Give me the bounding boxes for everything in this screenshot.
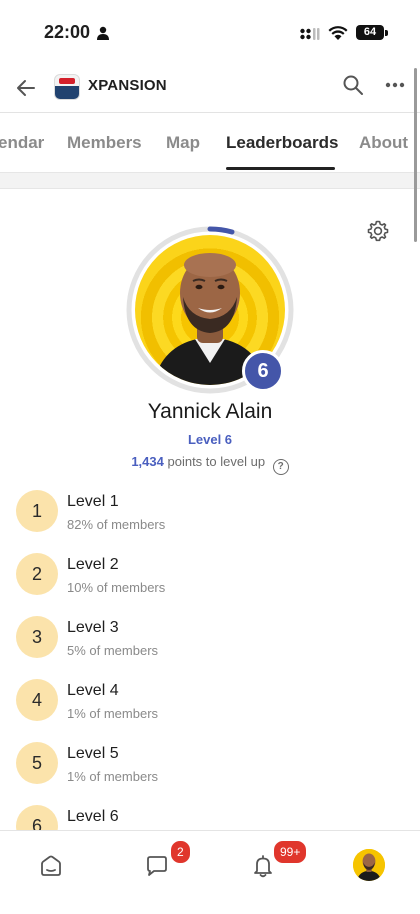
level-badge: 6	[242, 350, 284, 392]
level-name: Level 4	[67, 682, 119, 699]
tab-map[interactable]: Map	[166, 133, 200, 153]
notifications-badge: 99+	[272, 839, 309, 865]
level-percentage: 10% of members	[67, 580, 166, 595]
level-number: 6	[16, 805, 58, 830]
status-bar: 22:00 64	[0, 0, 420, 64]
home-icon[interactable]	[38, 853, 64, 879]
points-suffix: points to level up	[167, 454, 266, 469]
back-arrow-icon[interactable]	[14, 76, 38, 100]
cellular-signal-icon	[300, 28, 320, 40]
level-row: 6 Level 6	[0, 799, 420, 830]
level-name: Level 6	[67, 808, 119, 825]
more-icon[interactable]	[385, 82, 405, 88]
level-percentage: 1% of members	[67, 706, 159, 721]
level-number: 4	[16, 679, 58, 721]
level-percentage: 1% of members	[67, 769, 159, 784]
tab-members[interactable]: Members	[67, 133, 142, 153]
profile-tab-avatar[interactable]	[353, 849, 385, 881]
current-level: Level 6	[187, 432, 233, 447]
active-tab-indicator	[226, 167, 335, 170]
tab-about[interactable]: About	[359, 133, 408, 153]
level-row: 3 Level 3 5% of members	[0, 610, 420, 673]
search-icon[interactable]	[342, 74, 364, 96]
points-value: 1,434	[131, 454, 164, 469]
level-number: 2	[16, 553, 58, 595]
chat-icon[interactable]	[144, 853, 170, 879]
tab-calendar[interactable]: endar	[0, 133, 44, 153]
community-logo	[54, 74, 80, 100]
level-row: 4 Level 4 1% of members	[0, 673, 420, 736]
level-row: 1 Level 1 82% of members	[0, 484, 420, 547]
community-title[interactable]: XPANSION	[88, 77, 167, 94]
help-icon[interactable]: ?	[272, 459, 289, 475]
level-number: 3	[16, 616, 58, 658]
app-header: XPANSION	[0, 64, 420, 112]
section-divider	[0, 172, 420, 189]
battery-indicator: 64	[356, 25, 384, 40]
levels-list: 1 Level 1 82% of members 2 Level 2 10% o…	[0, 484, 420, 830]
level-number: 5	[16, 742, 58, 784]
points-to-level-up: 1,434 points to level up ?	[0, 454, 420, 475]
level-number: 1	[16, 490, 58, 532]
chat-badge: 2	[169, 839, 192, 865]
level-row: 2 Level 2 10% of members	[0, 547, 420, 610]
level-name: Level 1	[67, 493, 119, 510]
scrollbar[interactable]	[414, 68, 417, 242]
battery-tip	[385, 30, 388, 36]
tab-bar: endar Members Map Leaderboards About	[0, 112, 420, 172]
level-name: Level 5	[67, 745, 119, 762]
bottom-navigation: 2 99+	[0, 830, 420, 914]
level-name: Level 3	[67, 619, 119, 636]
gear-icon[interactable]	[366, 219, 390, 243]
level-name: Level 2	[67, 556, 119, 573]
level-row: 5 Level 5 1% of members	[0, 736, 420, 799]
wifi-icon	[328, 26, 348, 40]
member-name: Yannick Alain	[147, 400, 273, 423]
person-status-icon	[97, 26, 109, 40]
level-percentage: 5% of members	[67, 643, 159, 658]
status-time: 22:00	[44, 22, 91, 42]
avatar-thumbnail	[353, 849, 385, 881]
level-percentage: 82% of members	[67, 517, 166, 532]
tab-leaderboards[interactable]: Leaderboards	[226, 133, 338, 153]
